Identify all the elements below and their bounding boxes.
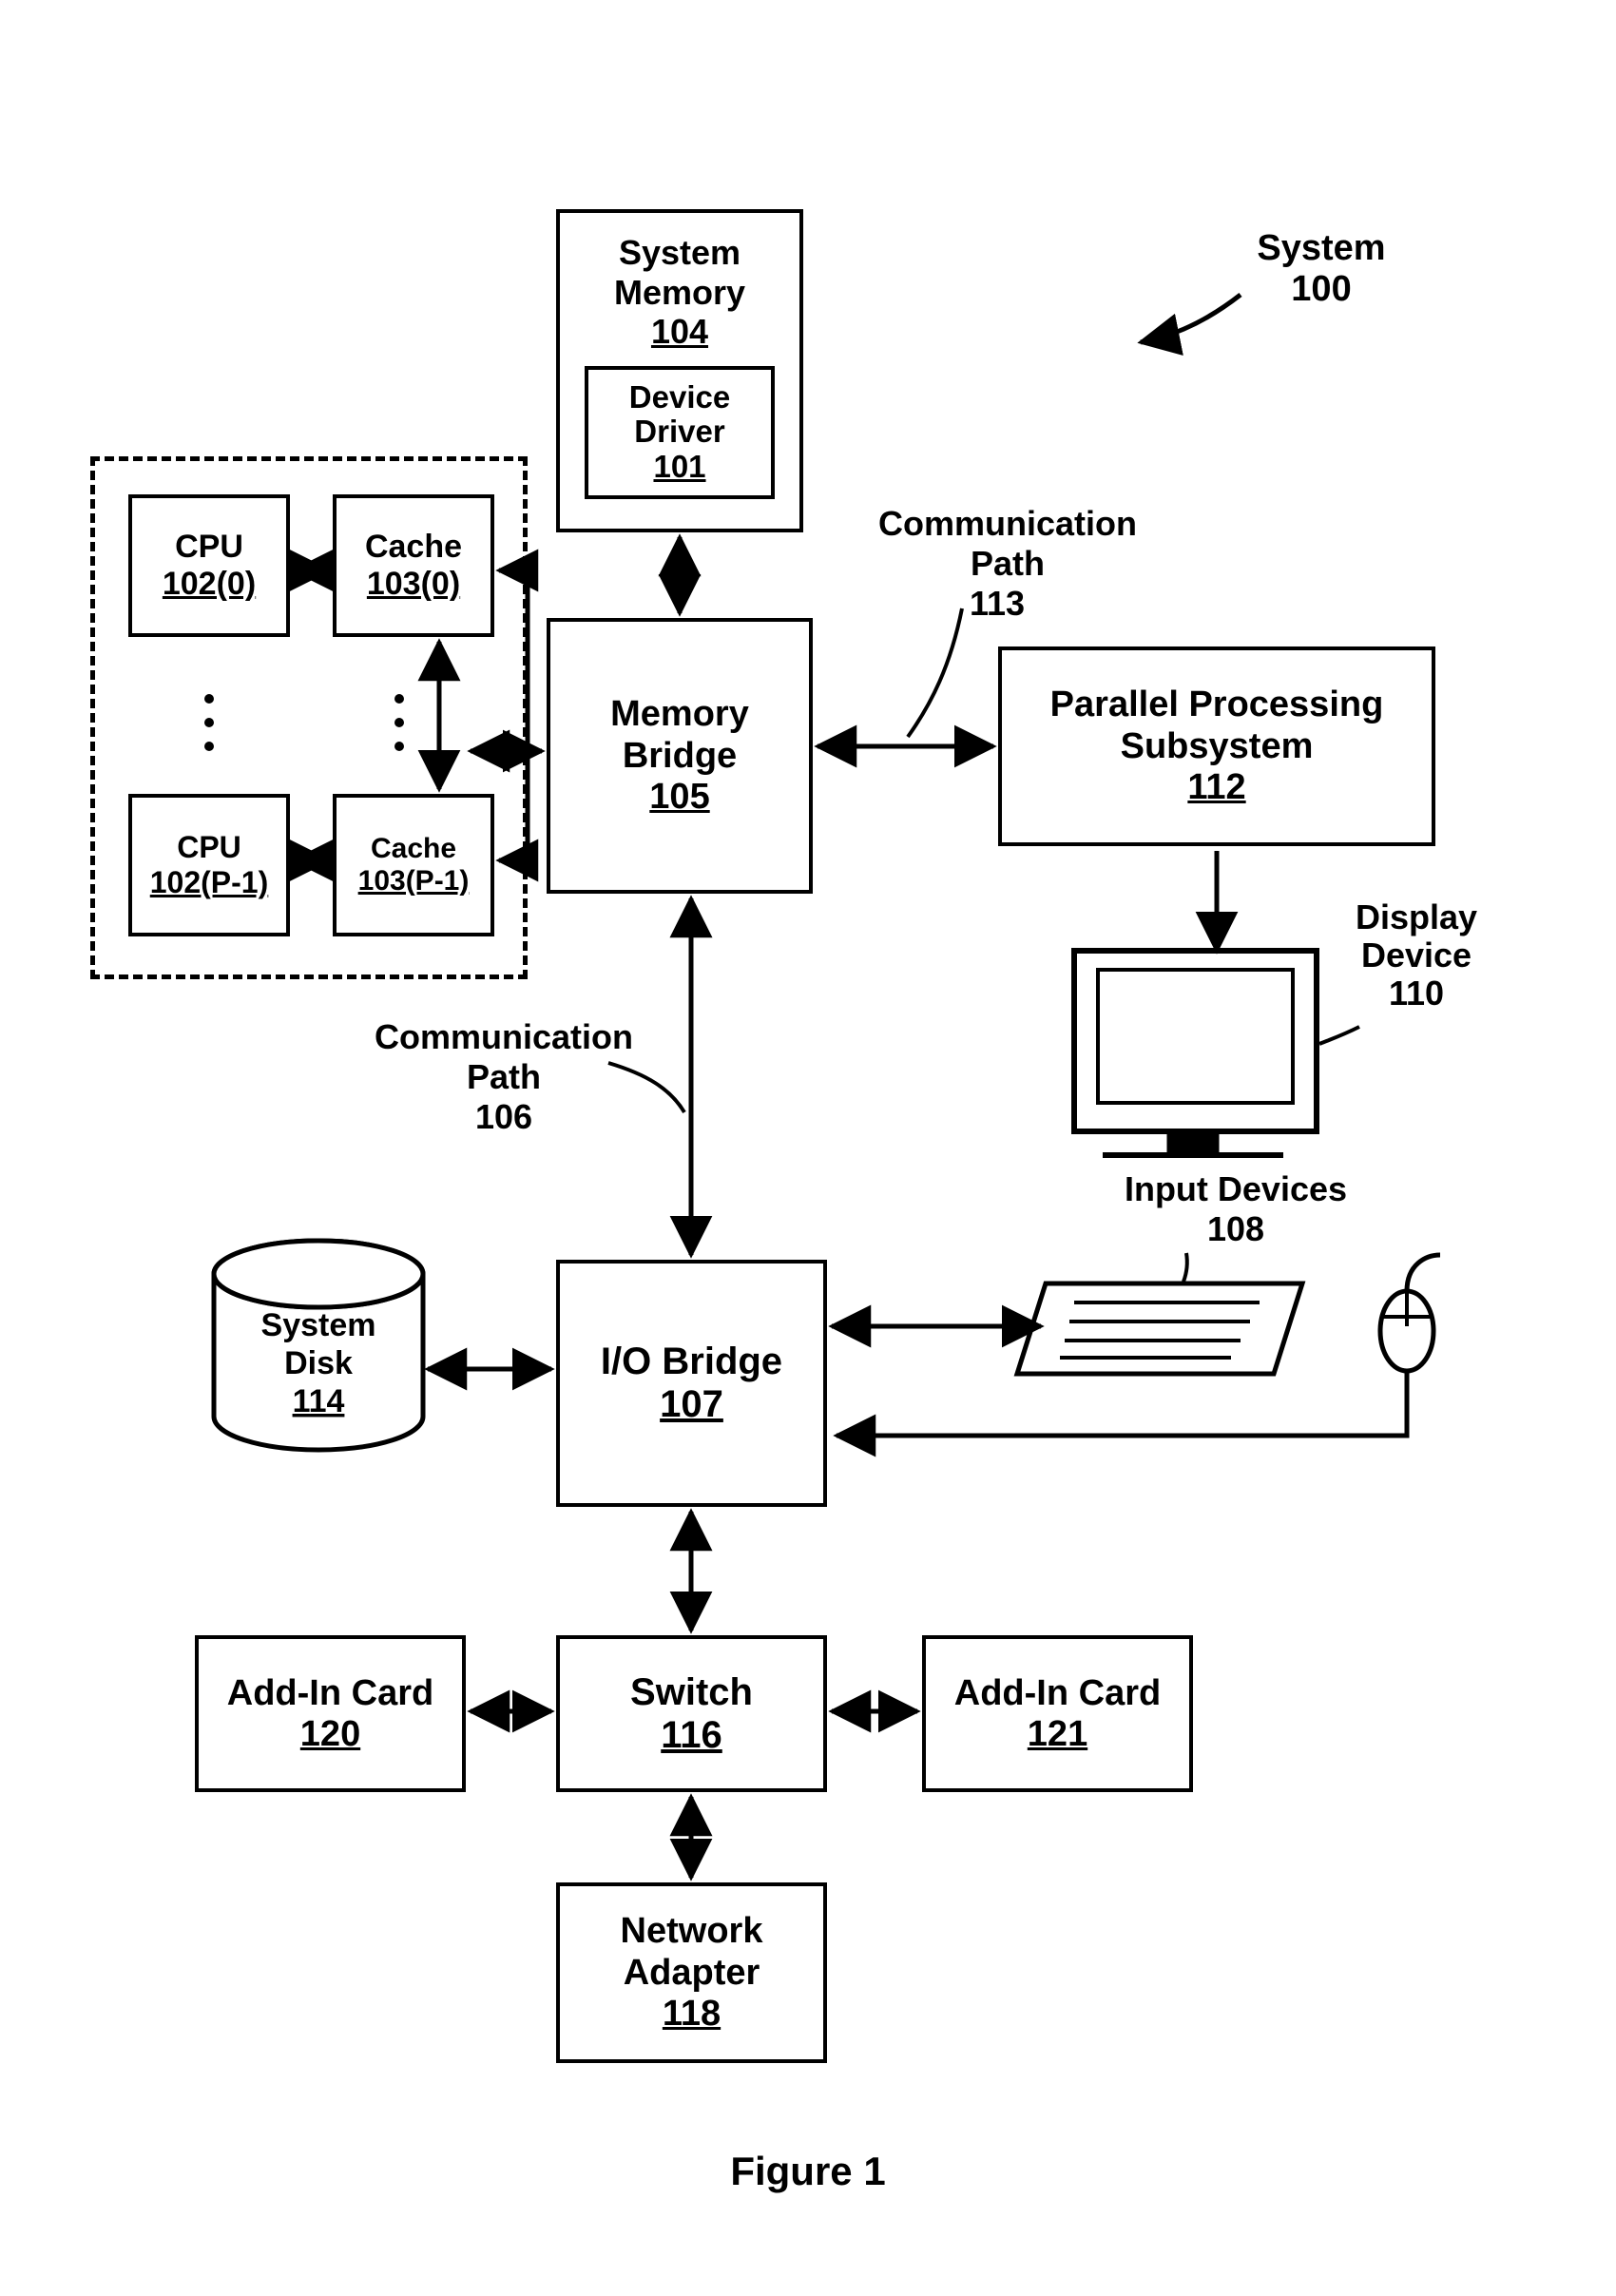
svg-text:Disk: Disk xyxy=(284,1345,353,1381)
mouse-icon xyxy=(1380,1255,1440,1371)
system-disk-num: 114 xyxy=(293,1383,345,1419)
keyboard-icon xyxy=(1017,1283,1302,1374)
diagram-overlay: System Disk 114 xyxy=(0,0,1616,2296)
svg-text:System: System xyxy=(261,1307,376,1343)
